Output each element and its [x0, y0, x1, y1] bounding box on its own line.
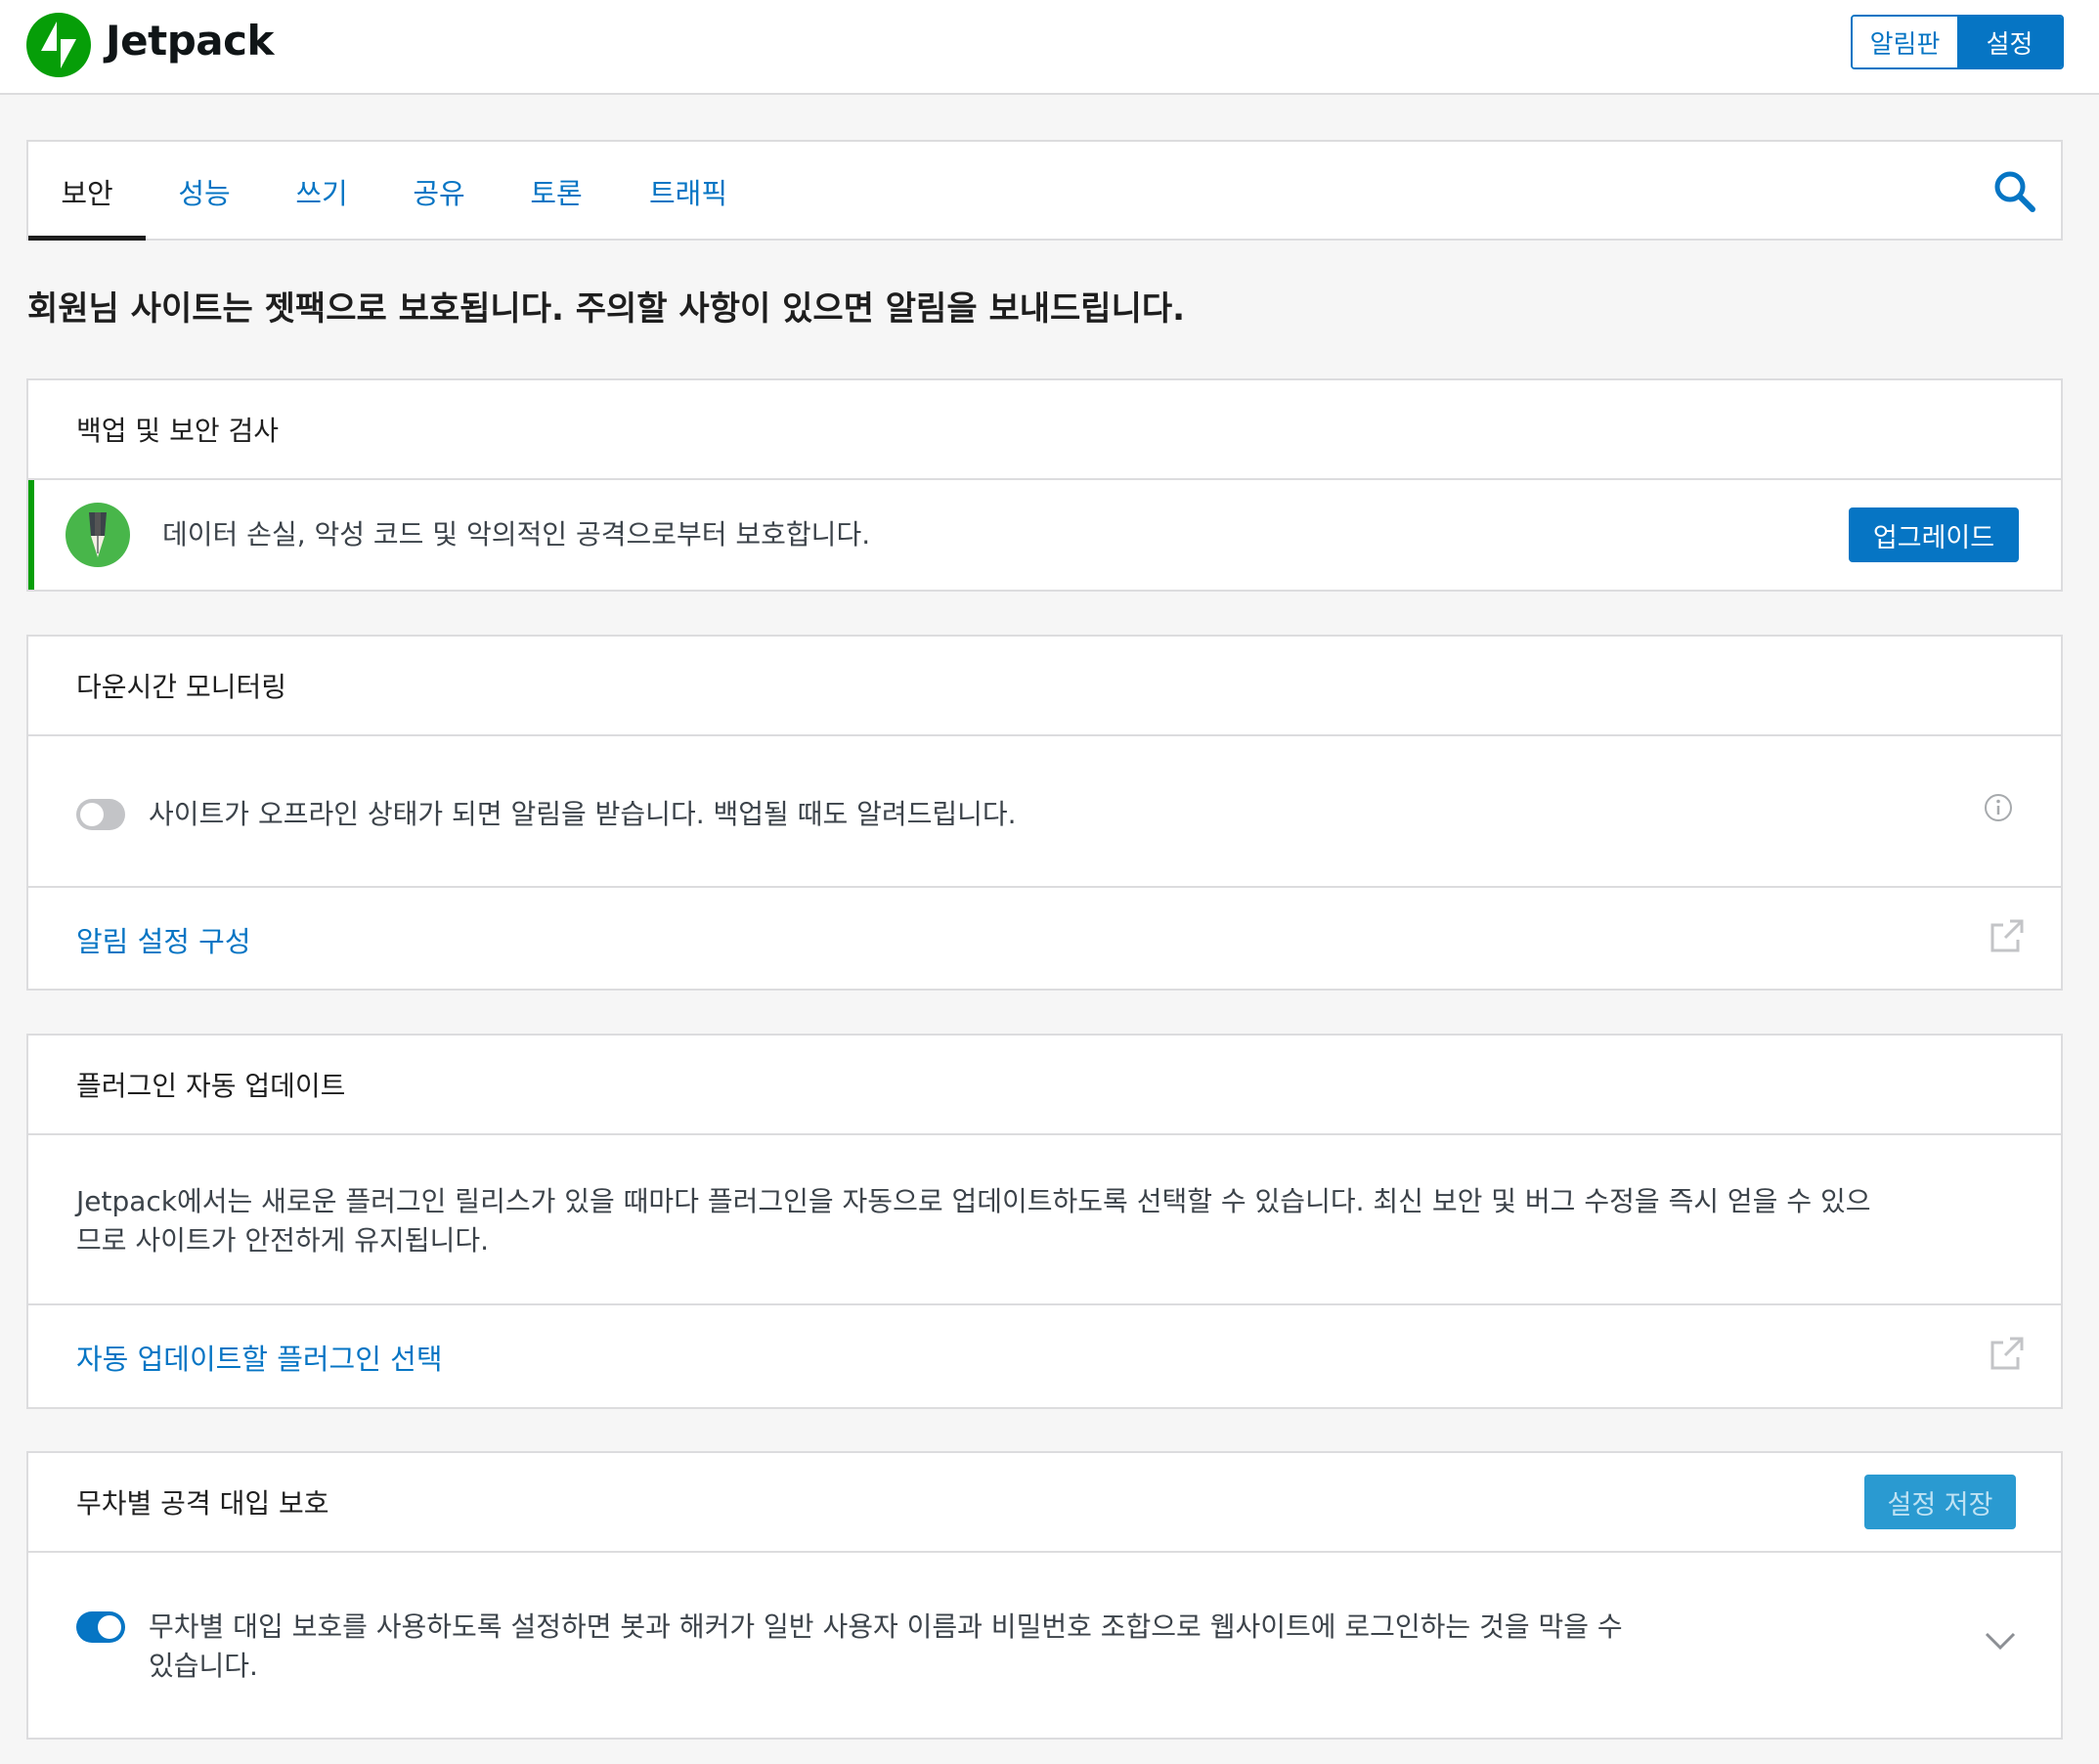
- backup-card-title: 백업 및 보안 검사: [76, 415, 280, 447]
- search-icon[interactable]: [1992, 169, 2037, 214]
- toggle-knob: [98, 1615, 121, 1639]
- brute-force-card: 무차별 공격 대입 보호 설정 저장 무차별 대입 보호를 사용하도록 설정하면…: [26, 1451, 2063, 1740]
- tab-performance[interactable]: 성능: [146, 142, 263, 241]
- backup-card: 백업 및 보안 검사 데이터 손실, 악성 코드 및 악의적인 공격으로부터 보…: [26, 378, 2063, 592]
- autoupdate-card-title: 플러그인 자동 업데이트: [76, 1070, 346, 1102]
- tab-writing[interactable]: 쓰기: [263, 142, 380, 241]
- downtime-card-title: 다운시간 모니터링: [76, 671, 286, 703]
- divider: [28, 886, 2061, 888]
- tab-sharing[interactable]: 공유: [380, 142, 498, 241]
- save-settings-button[interactable]: 설정 저장: [1864, 1475, 2016, 1529]
- top-header: Jetpack 알림판 설정: [0, 0, 2099, 95]
- jetpack-logo-icon[interactable]: [26, 13, 91, 77]
- divider: [28, 478, 2061, 480]
- autoupdate-description-line1: Jetpack에서는 새로운 플러그인 릴리스가 있을 때마다 플러그인을 자동…: [76, 1185, 1871, 1217]
- upsell-accent-bar: [28, 480, 34, 590]
- divider: [28, 1133, 2061, 1135]
- choose-plugins-link[interactable]: 자동 업데이트할 플러그인 선택: [76, 1337, 443, 1378]
- downtime-card: 다운시간 모니터링 사이트가 오프라인 상태가 되면 알림을 받습니다. 백업될…: [26, 635, 2063, 991]
- brute-force-toggle[interactable]: [76, 1611, 125, 1643]
- settings-button[interactable]: 설정: [1957, 17, 2062, 67]
- logo-text[interactable]: Jetpack: [106, 14, 274, 68]
- divider: [28, 1303, 2061, 1305]
- divider: [28, 1551, 2061, 1553]
- external-link-icon[interactable]: [1989, 1335, 2026, 1372]
- brute-force-card-title: 무차별 공격 대입 보호: [76, 1487, 329, 1520]
- jetpack-plan-icon: [66, 503, 130, 567]
- plugin-autoupdate-card: 플러그인 자동 업데이트 Jetpack에서는 새로운 플러그인 릴리스가 있을…: [26, 1034, 2063, 1409]
- external-link-icon[interactable]: [1989, 917, 2026, 954]
- tab-discussion[interactable]: 토론: [498, 142, 615, 241]
- brute-force-label-line1: 무차별 대입 보호를 사용하도록 설정하면 봇과 해커가 일반 사용자 이름과 …: [149, 1610, 1623, 1643]
- tab-traffic[interactable]: 트래픽: [615, 142, 762, 241]
- page-intro: 회원님 사이트는 젯팩으로 보호됩니다. 주의할 사항이 있으면 알림을 보내드…: [27, 289, 1186, 329]
- configure-notifications-link[interactable]: 알림 설정 구성: [76, 919, 251, 960]
- downtime-toggle-label: 사이트가 오프라인 상태가 되면 알림을 받습니다. 백업될 때도 알려드립니다…: [149, 798, 1017, 830]
- dashboard-button[interactable]: 알림판: [1853, 17, 1957, 67]
- brute-force-label-line2: 있습니다.: [149, 1650, 258, 1682]
- autoupdate-description-line2: 므로 사이트가 안전하게 유지됩니다.: [76, 1224, 490, 1257]
- backup-description: 데이터 손실, 악성 코드 및 악의적인 공격으로부터 보호합니다.: [162, 518, 871, 551]
- toggle-knob: [80, 803, 104, 826]
- divider: [28, 734, 2061, 736]
- view-switcher: 알림판 설정: [1851, 15, 2064, 69]
- info-icon[interactable]: [1984, 793, 2013, 822]
- upgrade-button[interactable]: 업그레이드: [1849, 507, 2019, 562]
- downtime-toggle[interactable]: [76, 799, 125, 830]
- section-tabs: 보안 성능 쓰기 공유 토론 트래픽: [26, 140, 2063, 241]
- tab-security[interactable]: 보안: [28, 142, 146, 241]
- chevron-down-icon[interactable]: [1984, 1629, 2017, 1653]
